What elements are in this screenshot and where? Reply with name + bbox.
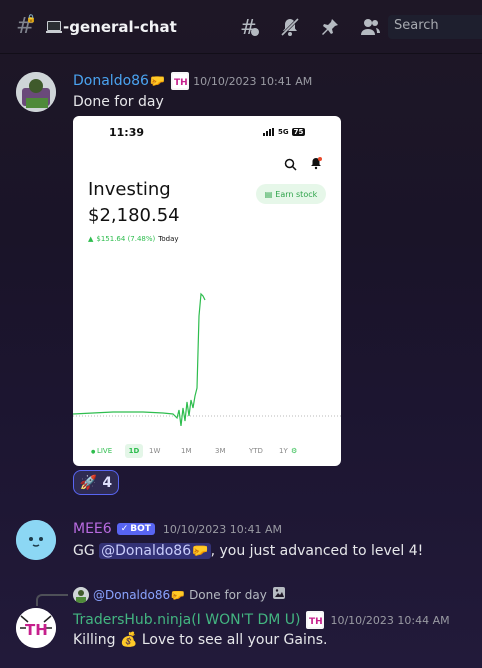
member-list-icon[interactable] <box>350 15 390 39</box>
laptop-icon <box>46 20 62 33</box>
signal-icon <box>263 128 274 136</box>
reaction-count: 4 <box>102 474 113 491</box>
threads-icon[interactable]: # <box>230 15 270 39</box>
reply-preview[interactable]: @Donaldo86🤛 Done for day <box>73 586 286 603</box>
up-arrow-icon: ▲ <box>88 235 94 243</box>
pin-icon[interactable] <box>310 15 350 39</box>
image-attachment-icon <box>272 586 286 603</box>
status-bar: 5G 75 <box>263 128 306 136</box>
earn-stock-label: Earn stock <box>275 189 318 199</box>
text-suffix: , you just advanced to level 4! <box>210 543 424 559</box>
avatar-donaldo86[interactable] <box>16 72 56 112</box>
change-amount: $151.64 (7.48%) <box>96 235 156 243</box>
change-period: Today <box>158 235 179 243</box>
timestamp: 10/10/2023 10:41 AM <box>193 74 313 88</box>
network-label: 5G <box>278 128 289 136</box>
author-emoji: 🤛 <box>148 73 166 89</box>
message-text: Done for day <box>73 94 164 110</box>
message-header-mee6: MEE6 ✓ BOT 10/10/2023 10:41 AM <box>73 521 282 537</box>
message-header-donaldo86: Donaldo86 🤛 TH 10/10/2023 10:41 AM <box>73 72 312 90</box>
timestamp: 10/10/2023 10:41 AM <box>162 522 282 536</box>
money-bag-emoji: 💰 <box>119 632 138 648</box>
earn-stock-button: ▤ Earn stock <box>256 184 326 204</box>
range-tab-ytd[interactable]: YTD <box>249 447 279 455</box>
chart-settings-icon[interactable]: ⚙ <box>291 447 297 455</box>
reaction-rocket[interactable]: 🚀 4 <box>73 470 119 495</box>
reply-connector <box>36 594 68 606</box>
svg-text:TH: TH <box>174 78 187 88</box>
avatar-mee6[interactable] <box>16 520 56 560</box>
header-toolbar: # <box>230 15 390 39</box>
image-attachment[interactable]: 11:39 5G 75 Investing $2,180.54 ▤ Earn st… <box>73 116 341 466</box>
svg-text:TH: TH <box>309 617 322 627</box>
battery-level: 75 <box>291 128 306 136</box>
portfolio-title: Investing <box>88 179 171 200</box>
svg-text:TH: TH <box>25 621 48 639</box>
server-tag-icon: TH <box>306 611 325 629</box>
message-text: Killing 💰 Love to see all your Gains. <box>73 632 327 648</box>
channel-name: -general-chat <box>63 17 177 36</box>
mute-notifications-icon[interactable] <box>270 15 310 39</box>
user-mention[interactable]: @Donaldo86🤛 <box>99 543 211 559</box>
search-input[interactable]: Search <box>388 15 482 39</box>
username-tradershub[interactable]: TradersHub.ninja(I WON'T DM U) <box>73 612 300 628</box>
message-text: GG @Donaldo86🤛, you just advanced to lev… <box>73 543 423 559</box>
locked-channel-hash-icon: # 🔒 <box>16 14 36 39</box>
reply-avatar <box>73 586 89 603</box>
range-tab-3m[interactable]: 3M <box>215 447 249 455</box>
server-tag-icon: TH <box>171 72 190 90</box>
range-tabs: ● LIVE 1D 1W 1M 3M YTD 1Y ⚙ <box>91 444 297 458</box>
range-tab-live[interactable]: ● LIVE <box>91 447 119 455</box>
message-header-tradershub: TradersHub.ninja(I WON'T DM U) TH 10/10/… <box>73 611 450 629</box>
search-icon <box>284 156 297 175</box>
reply-author: @Donaldo86🤛 <box>93 587 186 602</box>
range-tab-1d[interactable]: 1D <box>125 444 143 458</box>
status-time: 11:39 <box>109 126 145 139</box>
reply-text: Done for day <box>189 587 267 602</box>
portfolio-line-chart <box>73 292 341 426</box>
username-mee6[interactable]: MEE6 <box>73 521 112 537</box>
range-tab-1y[interactable]: 1Y <box>279 447 291 455</box>
bell-icon <box>309 155 323 174</box>
verified-check-icon: ✓ <box>120 524 129 534</box>
username-donaldo86[interactable]: Donaldo86 <box>73 73 149 89</box>
range-tab-1m[interactable]: 1M <box>181 447 215 455</box>
range-tab-1w[interactable]: 1W <box>149 447 181 455</box>
text-suffix: Love to see all your Gains. <box>137 632 328 648</box>
avatar-tradershub[interactable]: TH <box>16 608 56 648</box>
gift-icon: ▤ <box>264 189 273 199</box>
timestamp: 10/10/2023 10:44 AM <box>330 613 450 627</box>
portfolio-change: ▲ $151.64 (7.48%) Today <box>88 235 179 243</box>
text-prefix: GG <box>73 543 100 559</box>
portfolio-value: $2,180.54 <box>88 205 180 226</box>
text-prefix: Killing <box>73 632 120 648</box>
bot-badge: ✓ BOT <box>116 523 155 535</box>
rocket-emoji: 🚀 <box>79 474 98 491</box>
